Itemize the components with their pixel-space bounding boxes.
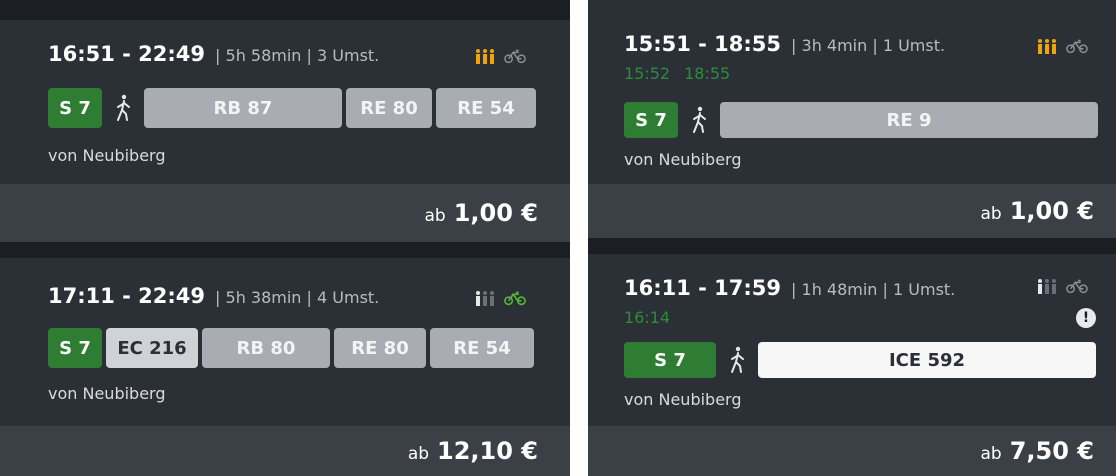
leg-ice: ICE 592 xyxy=(758,342,1096,378)
leg-rb: RB 80 xyxy=(202,328,330,368)
duration-transfers: | 5h 38min | 4 Umst. xyxy=(215,288,380,307)
price-prefix: ab xyxy=(980,204,1002,224)
origin-station: von Neubiberg xyxy=(48,384,166,403)
price-footer: ab 7,50 € xyxy=(588,426,1116,476)
actual-departure: 16:14 xyxy=(624,308,671,327)
leg-re: RE 80 xyxy=(334,328,426,368)
price-prefix: ab xyxy=(980,444,1002,464)
leg-re: RE 80 xyxy=(346,88,432,128)
bike-icon xyxy=(504,48,526,64)
info-icons xyxy=(1036,278,1088,294)
connections-panel-left: 16:51 - 22:49 | 5h 58min | 3 Umst. S 7 R… xyxy=(0,0,570,476)
price: 1,00 € xyxy=(1009,197,1094,225)
walk-icon xyxy=(106,88,140,128)
info-icons xyxy=(1036,38,1088,54)
walk-icon xyxy=(720,342,754,378)
warning-icon[interactable]: ! xyxy=(1076,308,1096,328)
time-range: 15:51 - 18:55 xyxy=(624,32,782,56)
leg-s7: S 7 xyxy=(48,88,102,128)
legs-row: S 7 ICE 592 xyxy=(624,342,1096,378)
legs-row: S 7 EC 216 RB 80 RE 80 RE 54 xyxy=(48,328,534,368)
info-icons xyxy=(474,48,526,64)
legs-row: S 7 RE 9 xyxy=(624,102,1098,138)
occupancy-low-icon xyxy=(474,290,496,306)
legs-row: S 7 RB 87 RE 80 RE 54 xyxy=(48,88,536,128)
price: 7,50 € xyxy=(1009,437,1094,465)
time-row: 16:51 - 22:49 | 5h 58min | 3 Umst. xyxy=(48,42,379,66)
leg-re: RE 9 xyxy=(720,102,1098,138)
time-range: 16:11 - 17:59 xyxy=(624,276,782,300)
occupancy-low-icon xyxy=(1036,278,1058,294)
origin-station: von Neubiberg xyxy=(624,390,742,409)
occupancy-high-icon xyxy=(1036,38,1058,54)
occupancy-high-icon xyxy=(474,48,496,64)
price-footer: ab 12,10 € xyxy=(0,426,570,476)
connection-card[interactable]: 16:51 - 22:49 | 5h 58min | 3 Umst. S 7 R… xyxy=(0,20,570,242)
leg-s7: S 7 xyxy=(48,328,102,368)
time-row: 16:11 - 17:59 | 1h 48min | 1 Umst. xyxy=(624,276,955,300)
price: 12,10 € xyxy=(437,437,538,465)
leg-re: RE 54 xyxy=(436,88,536,128)
duration-transfers: | 5h 58min | 3 Umst. xyxy=(215,46,380,65)
leg-re: RE 54 xyxy=(430,328,534,368)
realtime-times: 15:52 18:55 xyxy=(624,64,744,83)
info-icons xyxy=(474,290,526,306)
actual-departure: 15:52 xyxy=(624,64,671,83)
realtime-times: 16:14 xyxy=(624,308,684,327)
connection-card[interactable]: 16:11 - 17:59 | 1h 48min | 1 Umst. 16:14… xyxy=(588,254,1116,476)
price-footer: ab 1,00 € xyxy=(588,184,1116,238)
connections-panel-right: 15:51 - 18:55 | 3h 4min | 1 Umst. 15:52 1… xyxy=(588,0,1116,476)
price-prefix: ab xyxy=(407,444,430,464)
time-row: 17:11 - 22:49 | 5h 38min | 4 Umst. xyxy=(48,284,379,308)
origin-station: von Neubiberg xyxy=(624,150,742,169)
leg-rb: RB 87 xyxy=(144,88,342,128)
duration-transfers: | 3h 4min | 1 Umst. xyxy=(791,36,946,55)
time-range: 17:11 - 22:49 xyxy=(48,284,206,308)
bike-available-icon xyxy=(504,290,526,306)
connection-card[interactable]: 15:51 - 18:55 | 3h 4min | 1 Umst. 15:52 1… xyxy=(588,0,1116,238)
leg-s7: S 7 xyxy=(624,342,716,378)
actual-arrival: 18:55 xyxy=(684,64,731,83)
time-row: 15:51 - 18:55 | 3h 4min | 1 Umst. xyxy=(624,32,945,56)
walk-icon xyxy=(682,102,716,138)
leg-ec: EC 216 xyxy=(106,328,198,368)
duration-transfers: | 1h 48min | 1 Umst. xyxy=(791,280,956,299)
connection-card[interactable]: 17:11 - 22:49 | 5h 38min | 4 Umst. S 7 E… xyxy=(0,258,570,476)
bike-icon xyxy=(1066,278,1088,294)
leg-s7: S 7 xyxy=(624,102,678,138)
time-range: 16:51 - 22:49 xyxy=(48,42,206,66)
bike-icon xyxy=(1066,38,1088,54)
price-prefix: ab xyxy=(424,206,446,226)
price: 1,00 € xyxy=(453,199,538,227)
price-footer: ab 1,00 € xyxy=(0,184,570,242)
origin-station: von Neubiberg xyxy=(48,146,166,165)
